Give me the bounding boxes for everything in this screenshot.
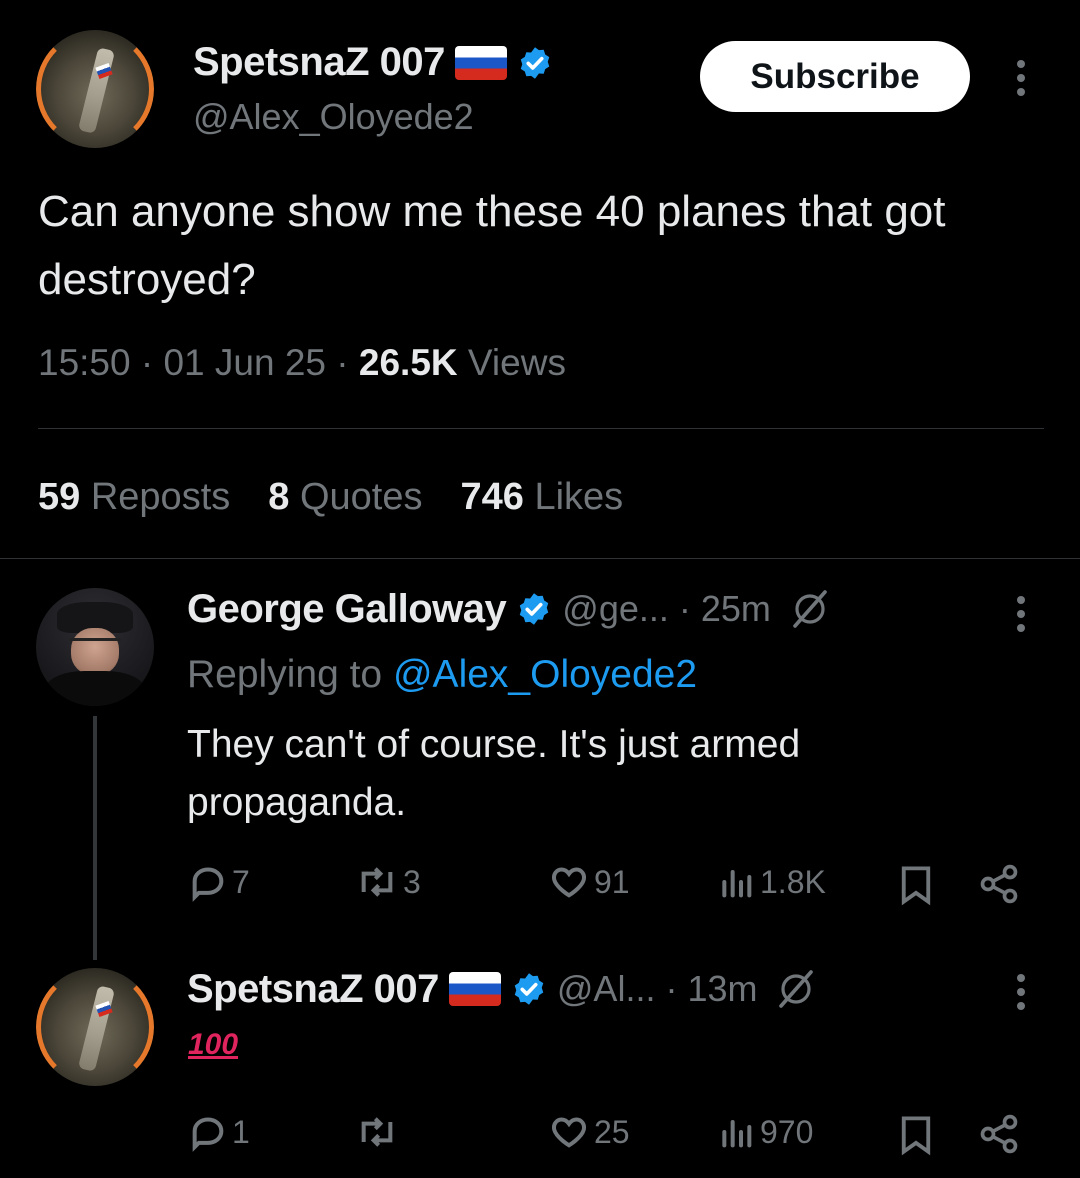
more-icon[interactable]: [1008, 592, 1034, 636]
views-button[interactable]: 970: [716, 1112, 813, 1152]
like-button[interactable]: 25: [548, 1112, 630, 1152]
bookmark-icon[interactable]: [897, 1114, 935, 1156]
grok-icon[interactable]: [787, 586, 833, 632]
replying-to-handle[interactable]: @Alex_Oloyede2: [393, 653, 697, 696]
like-button[interactable]: 91: [548, 862, 630, 902]
views-icon: [722, 870, 752, 898]
reply-button[interactable]: 7: [188, 862, 250, 902]
reposts-stat[interactable]: 59 Reposts: [38, 476, 230, 519]
reply-avatar[interactable]: [36, 968, 154, 1086]
author-handle[interactable]: @Alex_Oloyede2: [193, 96, 474, 138]
divider: [0, 558, 1080, 559]
reply-author-name[interactable]: SpetsnaZ 007: [187, 967, 439, 1012]
share-icon[interactable]: [976, 862, 1022, 906]
reply-text: They can't of course. It's just armed pr…: [187, 723, 801, 824]
post-time[interactable]: 15:50: [38, 342, 131, 383]
reply-avatar[interactable]: [36, 588, 154, 706]
views-button[interactable]: 1.8K: [716, 862, 826, 902]
views-count: 26.5K: [358, 342, 458, 383]
verified-badge-icon: [520, 593, 549, 625]
reply-author-handle[interactable]: @Al...: [557, 968, 656, 1010]
reply-age[interactable]: · 25m: [679, 588, 771, 630]
engagement-stats: 59 Reposts 8 Quotes 746 Likes: [38, 476, 623, 519]
quotes-stat[interactable]: 8 Quotes: [268, 476, 422, 519]
divider: [38, 428, 1044, 429]
author-name[interactable]: SpetsnaZ 007: [193, 40, 445, 85]
post-date[interactable]: 01 Jun 25: [163, 342, 326, 383]
repost-button[interactable]: [355, 1112, 403, 1152]
author-avatar[interactable]: [36, 30, 154, 148]
reply-author-name[interactable]: George Galloway: [187, 587, 507, 632]
views-icon: [722, 1120, 752, 1148]
reply-age[interactable]: · 13m: [665, 968, 757, 1010]
repost-icon: [361, 867, 393, 897]
likes-stat[interactable]: 746 Likes: [460, 476, 623, 519]
reply-icon: [192, 1117, 224, 1152]
replying-to: Replying to @Alex_Oloyede2: [187, 653, 698, 696]
verified-badge-icon: [520, 46, 550, 79]
reply-author-handle[interactable]: @ge...: [562, 588, 669, 630]
post-meta: 15:50 · 01 Jun 25 · 26.5K Views: [38, 342, 566, 383]
russia-flag-icon: [454, 45, 507, 80]
like-icon: [552, 1117, 586, 1148]
hundred-points-emoji: 100: [188, 1028, 239, 1061]
reply-icon: [192, 867, 224, 902]
subscribe-button[interactable]: Subscribe: [700, 41, 970, 112]
views-label: Views: [467, 342, 566, 383]
reply-button[interactable]: 1: [188, 1112, 250, 1152]
repost-button[interactable]: 3: [355, 862, 421, 902]
russia-flag-icon: [448, 972, 501, 1006]
grok-icon[interactable]: [773, 966, 819, 1012]
bookmark-icon[interactable]: [897, 864, 935, 906]
thread-line: [93, 716, 97, 960]
post-text: Can anyone show me these 40 planes that …: [38, 187, 946, 304]
share-icon[interactable]: [976, 1112, 1022, 1156]
repost-icon: [361, 1117, 393, 1147]
more-icon[interactable]: [1008, 56, 1034, 100]
like-icon: [552, 867, 586, 898]
more-icon[interactable]: [1008, 970, 1034, 1014]
verified-badge-icon: [514, 973, 544, 1005]
